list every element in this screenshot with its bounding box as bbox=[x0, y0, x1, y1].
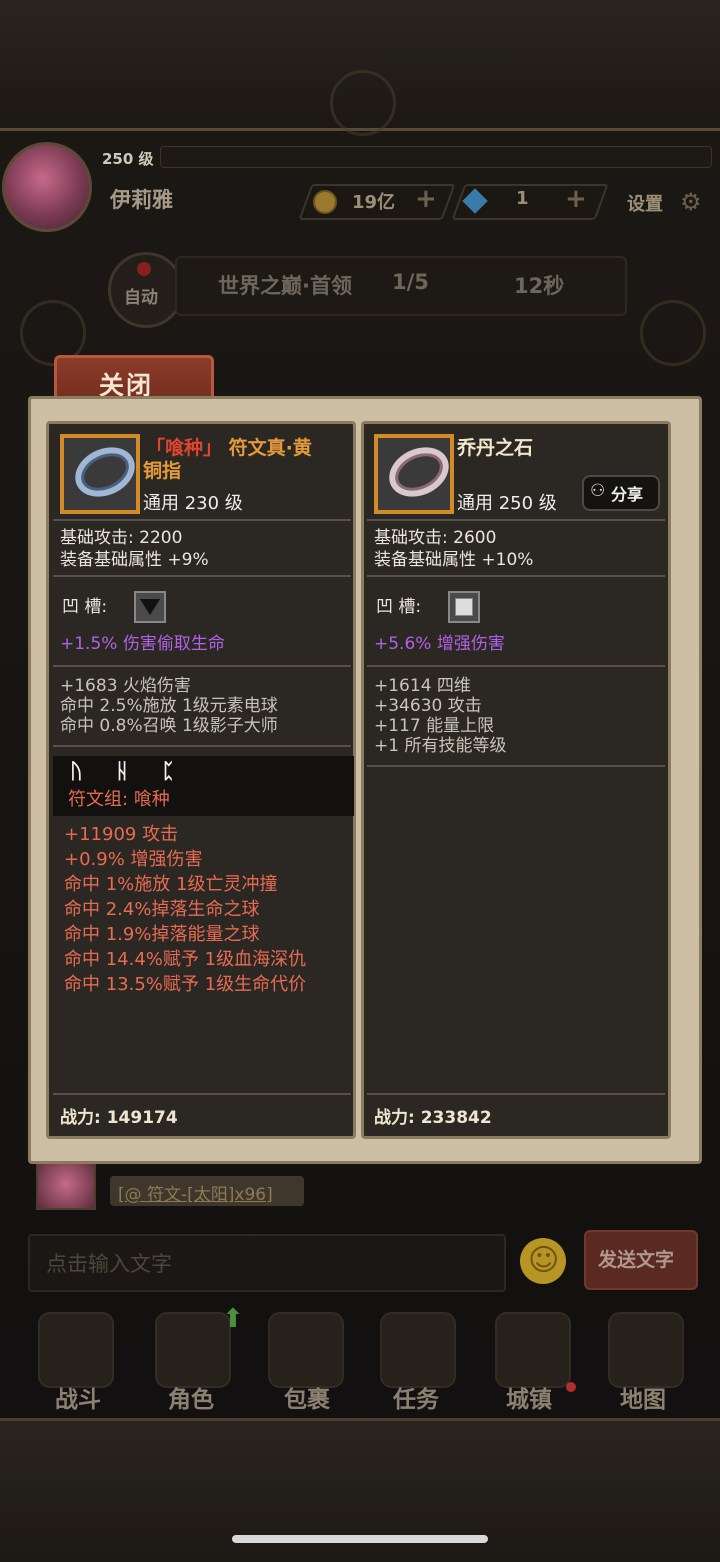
nav-town[interactable]: 城镇 bbox=[506, 1380, 552, 1414]
player-level: 250 级 bbox=[102, 150, 154, 168]
item-type-level: 通用 230 级 bbox=[143, 493, 243, 514]
affix: +1683 火焰伤害 bbox=[60, 676, 191, 696]
affix: +117 能量上限 bbox=[374, 716, 495, 736]
settings-button[interactable]: 设置 bbox=[627, 190, 663, 216]
base-attribute: 装备基础属性 +9% bbox=[60, 550, 209, 570]
gear-icon[interactable]: ⚙ bbox=[680, 188, 702, 216]
runeset-bonus: 命中 13.5%赋予 1级生命代价 bbox=[64, 974, 307, 995]
runeset-bonus: 命中 2.4%掉落生命之球 bbox=[64, 899, 260, 920]
diamond-amount: 1 bbox=[516, 188, 529, 209]
runeset-bonus: +11909 攻击 bbox=[64, 824, 179, 845]
item-type-level: 通用 250 级 bbox=[457, 493, 557, 514]
send-button-label: 发送文字 bbox=[598, 1249, 675, 1271]
auto-label: 自动 bbox=[124, 288, 158, 308]
item-name: 「喰种」 符文真·黄 bbox=[146, 437, 312, 459]
home-indicator[interactable] bbox=[232, 1535, 488, 1543]
item-name-line2: 铜指 bbox=[143, 460, 182, 482]
smiley-icon: ☺ bbox=[528, 1243, 560, 1278]
runeset-bonus: 命中 1.9%掉落能量之球 bbox=[64, 924, 260, 945]
ornament-icon bbox=[330, 70, 396, 136]
chat-item-link[interactable]: [@ 符文-[太阳]x96] bbox=[118, 1180, 273, 1205]
notification-dot bbox=[566, 1382, 576, 1392]
share-button-label: 分享 bbox=[611, 485, 644, 504]
add-gold-button[interactable]: + bbox=[415, 184, 437, 214]
divider bbox=[367, 665, 665, 667]
divider bbox=[367, 1093, 665, 1095]
nav-character[interactable]: 角色 bbox=[168, 1380, 214, 1414]
gold-amount: 19亿 bbox=[352, 192, 396, 213]
town-nav-icon[interactable] bbox=[495, 1312, 571, 1388]
ornament-icon bbox=[640, 300, 706, 366]
item-name: 乔丹之石 bbox=[457, 437, 534, 459]
runeset-bonus: +0.9% 增强伤害 bbox=[64, 849, 203, 870]
divider bbox=[367, 575, 665, 577]
exp-bar bbox=[160, 146, 712, 168]
stage-name: 世界之巅·首领 bbox=[218, 274, 352, 298]
socket-bonus: +1.5% 伤害偷取生命 bbox=[60, 634, 225, 654]
chat-avatar[interactable] bbox=[36, 1158, 96, 1210]
affix: 命中 2.5%施放 1级元素电球 bbox=[60, 696, 278, 716]
character-nav-icon[interactable] bbox=[155, 1312, 231, 1388]
socket-bonus: +5.6% 增强伤害 bbox=[374, 634, 505, 654]
affix: +34630 攻击 bbox=[374, 696, 482, 716]
rune-socket-icon[interactable] bbox=[134, 591, 166, 623]
nav-map[interactable]: 地图 bbox=[620, 1380, 666, 1414]
divider bbox=[53, 665, 351, 667]
socket-label: 凹 槽: bbox=[62, 597, 108, 617]
base-attack: 基础攻击: 2200 bbox=[60, 528, 183, 548]
divider bbox=[53, 575, 351, 577]
socket-label: 凹 槽: bbox=[376, 597, 422, 617]
upgrade-arrow-icon: ⬆ bbox=[222, 1304, 244, 1334]
nav-bag[interactable]: 包裹 bbox=[284, 1380, 330, 1414]
base-attack: 基础攻击: 2600 bbox=[374, 528, 497, 548]
affix: 命中 0.8%召唤 1级影子大师 bbox=[60, 716, 278, 736]
runeset-bonus: 命中 14.4%赋予 1级血海深仇 bbox=[64, 949, 307, 970]
divider bbox=[53, 745, 351, 747]
map-nav-icon[interactable] bbox=[608, 1312, 684, 1388]
bag-nav-icon[interactable] bbox=[268, 1312, 344, 1388]
divider bbox=[53, 1093, 351, 1095]
player-name: 伊莉雅 bbox=[110, 188, 173, 212]
affix: +1614 四维 bbox=[374, 676, 471, 696]
stage-progress: 1/5 bbox=[392, 270, 429, 294]
rune-icons: ᚢ ᚺ ᛈ bbox=[70, 759, 188, 783]
gem-socket-icon[interactable] bbox=[448, 591, 480, 623]
coin-icon bbox=[313, 190, 337, 214]
combat-power: 战力: 149174 bbox=[60, 1108, 178, 1128]
runeset-bonus: 命中 1%施放 1级亡灵冲撞 bbox=[64, 874, 278, 895]
combat-power: 战力: 233842 bbox=[374, 1108, 492, 1128]
share-icon: ⚇ bbox=[590, 481, 606, 501]
divider bbox=[367, 765, 665, 767]
quest-nav-icon[interactable] bbox=[380, 1312, 456, 1388]
stage-timer: 12秒 bbox=[514, 274, 565, 298]
nav-quest[interactable]: 任务 bbox=[393, 1380, 439, 1414]
base-attribute: 装备基础属性 +10% bbox=[374, 550, 534, 570]
divider bbox=[367, 519, 665, 521]
chat-input-placeholder: 点击输入文字 bbox=[46, 1252, 172, 1276]
runeset-label: 符文组: 喰种 bbox=[68, 789, 170, 810]
affix: +1 所有技能等级 bbox=[374, 736, 507, 756]
player-avatar[interactable] bbox=[2, 142, 92, 232]
add-diamond-button[interactable]: + bbox=[565, 184, 587, 214]
battle-nav-icon[interactable] bbox=[38, 1312, 114, 1388]
divider bbox=[53, 519, 351, 521]
auto-indicator-icon bbox=[137, 262, 151, 276]
nav-battle[interactable]: 战斗 bbox=[55, 1380, 101, 1414]
